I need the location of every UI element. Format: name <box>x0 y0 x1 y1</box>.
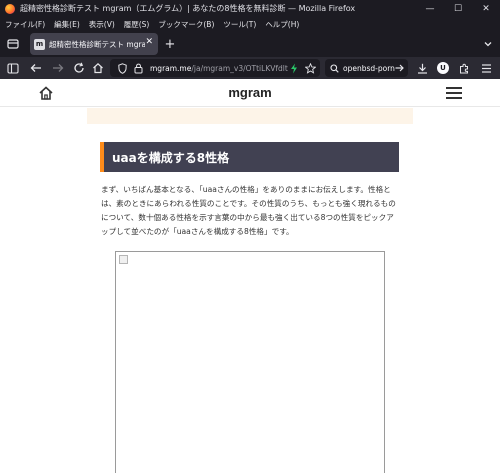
account-avatar-icon[interactable]: U <box>435 60 451 76</box>
url-host: mgram.me <box>150 63 192 73</box>
banner-strip <box>87 108 413 124</box>
url-path: /ja/mgram_v3/OTtiLKVfdlt <box>191 63 288 73</box>
navigation-toolbar: mgram.me/ja/mgram_v3/OTtiLKVfdlt openbsd… <box>0 57 500 79</box>
tab-title: 超精密性格診断テスト mgram（ <box>49 39 145 49</box>
personality-chart-image <box>115 251 385 473</box>
lock-icon[interactable] <box>132 62 144 74</box>
menu-history[interactable]: 履歴(S) <box>124 19 150 30</box>
new-tab-button[interactable]: + <box>162 35 178 53</box>
menu-bar: ファイル(F) 編集(E) 表示(V) 履歴(S) ブックマーク(B) ツール(… <box>0 17 500 31</box>
url-text[interactable]: mgram.me/ja/mgram_v3/OTtiLKVfdlt <box>150 64 288 73</box>
intro-paragraph: まず、いちばん基本となる、「uaaさんの性格」をありのままにお伝えします。性格と… <box>101 185 396 236</box>
reload-icon[interactable] <box>71 60 87 76</box>
menu-file[interactable]: ファイル(F) <box>5 19 45 30</box>
menu-edit[interactable]: 編集(E) <box>54 19 80 30</box>
account-letter: U <box>437 62 449 74</box>
site-logo[interactable]: mgram <box>0 85 500 100</box>
list-tabs-icon[interactable] <box>480 36 496 52</box>
site-header: mgram <box>0 79 500 107</box>
minimize-button[interactable]: — <box>416 0 444 17</box>
search-text: openbsd-porn <box>343 63 395 73</box>
mgram-favicon-icon: m <box>34 38 45 50</box>
site-menu-hamburger-icon[interactable] <box>446 87 462 99</box>
downloads-icon[interactable] <box>414 60 430 76</box>
menu-tools[interactable]: ツール(T) <box>223 19 256 30</box>
menu-help[interactable]: ヘルプ(H) <box>265 19 299 30</box>
app-menu-icon[interactable] <box>478 60 494 76</box>
extension-bolt-icon[interactable] <box>288 62 300 74</box>
home-icon[interactable] <box>90 60 106 76</box>
section-heading: uaaを構成する8性格 <box>100 142 399 172</box>
back-arrow-icon[interactable] <box>28 60 44 76</box>
page-viewport: mgram uaaを構成する8性格 まず、いちばん基本となる、「uaaさんの性格… <box>0 79 500 473</box>
firefox-logo-icon <box>5 3 15 14</box>
tab-mgram[interactable]: m 超精密性格診断テスト mgram（ ✕ <box>30 33 158 55</box>
search-go-arrow-icon[interactable] <box>395 64 404 72</box>
bookmark-star-icon[interactable] <box>304 62 316 74</box>
forward-arrow-icon[interactable] <box>50 60 66 76</box>
sidebar-icon[interactable] <box>5 60 21 76</box>
close-window-button[interactable]: ✕ <box>472 0 500 17</box>
search-bar[interactable]: openbsd-porn <box>325 59 408 77</box>
search-icon <box>330 63 339 73</box>
maximize-button[interactable]: ☐ <box>444 0 472 17</box>
menu-bookmarks[interactable]: ブックマーク(B) <box>158 19 214 30</box>
broken-image-icon <box>119 255 128 264</box>
window-title: 超精密性格診断テスト mgram（エムグラム）| あなたの8性格を無料診断 — … <box>20 4 356 13</box>
tab-bar: m 超精密性格診断テスト mgram（ ✕ + <box>0 31 500 57</box>
shield-icon[interactable] <box>116 62 128 74</box>
tab-close-icon[interactable]: ✕ <box>145 37 153 47</box>
extensions-puzzle-icon[interactable] <box>456 60 472 76</box>
menu-view[interactable]: 表示(V) <box>89 19 115 30</box>
tab-overview-icon[interactable] <box>5 36 21 52</box>
url-bar[interactable]: mgram.me/ja/mgram_v3/OTtiLKVfdlt <box>110 59 320 77</box>
